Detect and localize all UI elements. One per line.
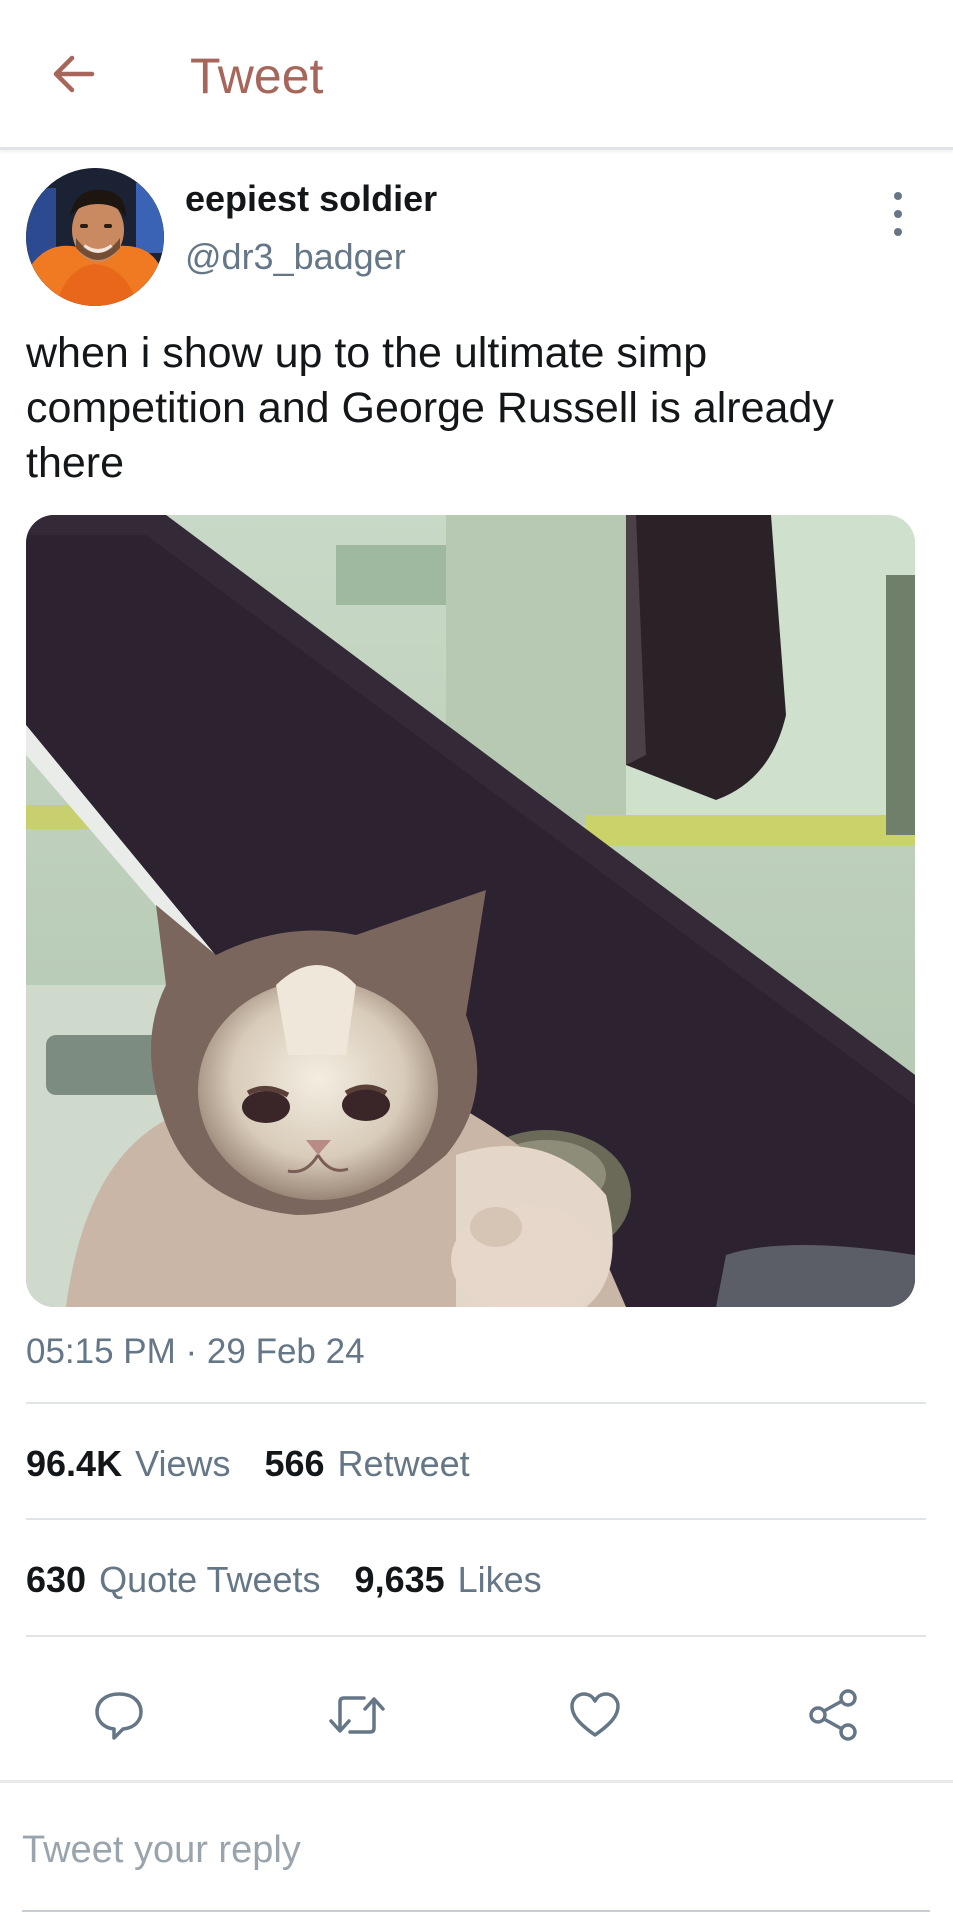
reply-separator	[0, 1780, 953, 1783]
reply-input[interactable]	[22, 1820, 922, 1880]
arrow-left-icon	[53, 55, 95, 93]
likes-stat[interactable]: 9,635 Likes	[355, 1558, 542, 1602]
retweet-icon	[329, 1696, 385, 1734]
back-button[interactable]	[44, 46, 100, 102]
share-icon	[809, 1689, 857, 1741]
stats-row-quotes-likes: 630 Quote Tweets 9,635 Likes	[26, 1558, 576, 1602]
retweet-button[interactable]	[322, 1680, 392, 1750]
page-title: Tweet	[190, 48, 324, 104]
top-app-bar: Tweet	[0, 0, 953, 150]
author-handle[interactable]: @dr3_badger	[185, 236, 406, 278]
author-display-name[interactable]: eepiest soldier	[185, 178, 437, 220]
tweet-media-image[interactable]	[26, 515, 915, 1307]
retweet-count: 566	[264, 1443, 325, 1484]
cat-photo	[26, 515, 915, 1307]
quote-tweets-stat[interactable]: 630 Quote Tweets	[26, 1558, 321, 1602]
profile-photo	[26, 168, 164, 306]
more-options-button[interactable]	[880, 192, 916, 236]
more-dot	[894, 228, 902, 236]
likes-label: Likes	[457, 1559, 542, 1600]
divider	[26, 1518, 926, 1520]
tweet-action-bar	[0, 1670, 953, 1760]
views-label: Views	[135, 1443, 231, 1484]
reply-icon	[95, 1692, 143, 1740]
reply-button[interactable]	[84, 1680, 154, 1750]
tweet-timestamp: 05:15 PM · 29 Feb 24	[26, 1332, 365, 1371]
reply-input-underline	[22, 1910, 930, 1912]
divider	[26, 1635, 926, 1637]
likes-count: 9,635	[354, 1559, 445, 1600]
tweet-text: when i show up to the ultimate simp comp…	[26, 329, 834, 487]
views-count: 96.4K	[26, 1443, 123, 1484]
retweets-stat[interactable]: 566 Retweet	[264, 1442, 469, 1486]
views-stat: 96.4K Views	[26, 1442, 230, 1486]
quote-label: Quote Tweets	[99, 1559, 321, 1600]
divider	[26, 1402, 926, 1404]
stats-row-views-retweets: 96.4K Views 566 Retweet	[26, 1442, 504, 1486]
quote-count: 630	[26, 1559, 87, 1600]
author-avatar[interactable]	[26, 168, 164, 306]
more-dot	[894, 192, 902, 200]
like-icon	[570, 1692, 620, 1737]
more-dot	[894, 210, 902, 218]
share-button[interactable]	[798, 1680, 868, 1750]
like-button[interactable]	[560, 1680, 630, 1750]
retweet-label: Retweet	[337, 1443, 470, 1484]
